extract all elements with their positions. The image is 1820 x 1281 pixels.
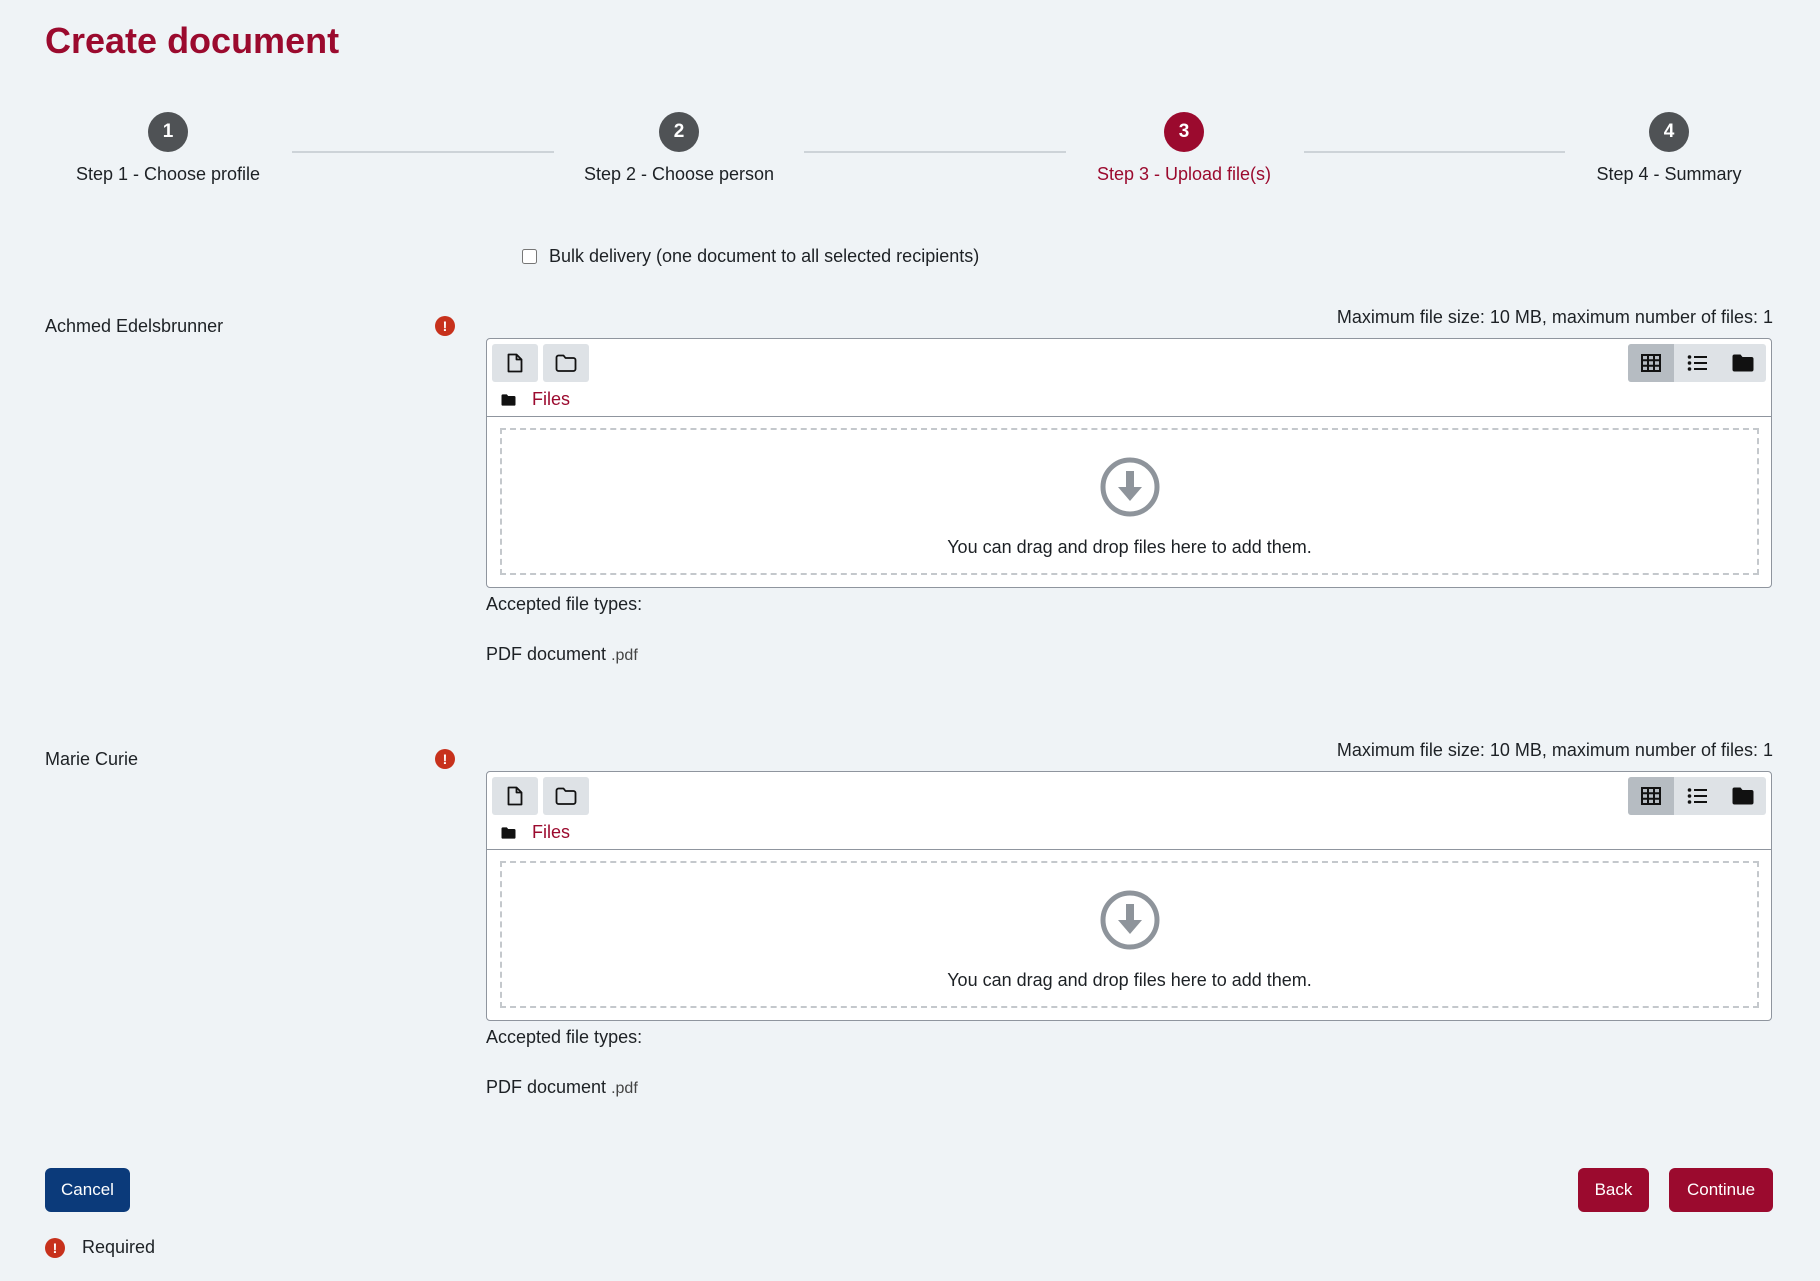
accepted-types-label: Accepted file types: bbox=[486, 1027, 643, 1047]
list-view-button[interactable] bbox=[1674, 344, 1720, 382]
file-icon bbox=[507, 786, 523, 806]
file-type-extension: .pdf bbox=[611, 647, 638, 664]
max-file-info: Maximum file size: 10 MB, maximum number… bbox=[1336, 307, 1773, 327]
grid-view-button[interactable] bbox=[1628, 777, 1674, 815]
file-path: Files bbox=[501, 822, 570, 843]
step-number: 4 bbox=[1649, 112, 1689, 152]
list-icon bbox=[1687, 355, 1707, 371]
step-1: 1 Step 1 - Choose profile bbox=[38, 112, 298, 185]
divider bbox=[487, 416, 1771, 417]
file-type-extension: .pdf bbox=[611, 1080, 638, 1097]
file-type: PDF document .pdf bbox=[486, 1077, 638, 1098]
path-files-link[interactable]: Files bbox=[532, 822, 570, 843]
folder-outline-icon bbox=[555, 787, 577, 805]
drop-zone[interactable]: You can drag and drop files here to add … bbox=[500, 428, 1759, 575]
bulk-delivery-checkbox[interactable] bbox=[522, 249, 537, 264]
folder-outline-icon bbox=[555, 354, 577, 372]
folder-icon bbox=[501, 393, 516, 406]
back-button[interactable]: Back bbox=[1578, 1168, 1649, 1212]
add-file-button[interactable] bbox=[492, 777, 538, 815]
required-legend: ! Required bbox=[45, 1237, 155, 1258]
step-3: 3 Step 3 - Upload file(s) bbox=[1054, 112, 1314, 185]
max-file-info: Maximum file size: 10 MB, maximum number… bbox=[1336, 740, 1773, 760]
file-manager: Files You can drag and drop files here t… bbox=[486, 771, 1772, 1021]
grid-view-button[interactable] bbox=[1628, 344, 1674, 382]
step-number: 3 bbox=[1164, 112, 1204, 152]
step-number: 1 bbox=[148, 112, 188, 152]
bulk-delivery-label: Bulk delivery (one document to all selec… bbox=[549, 246, 980, 266]
recipient-block: Achmed Edelsbrunner ! Maximum file size:… bbox=[0, 307, 1820, 696]
step-connector bbox=[1304, 151, 1565, 153]
file-path: Files bbox=[501, 389, 570, 410]
recipient-name: Achmed Edelsbrunner bbox=[45, 316, 224, 336]
view-toggle-group bbox=[1628, 777, 1766, 815]
tree-view-button[interactable] bbox=[1720, 777, 1766, 815]
page-title: Create document bbox=[45, 20, 340, 61]
step-connector bbox=[804, 151, 1066, 153]
grid-icon bbox=[1641, 787, 1661, 805]
required-legend-label: Required bbox=[82, 1237, 156, 1257]
arrow-down-circle-icon bbox=[1100, 890, 1159, 950]
accepted-types-label: Accepted file types: bbox=[486, 594, 643, 614]
arrow-down-circle-icon bbox=[1100, 457, 1159, 517]
create-folder-button[interactable] bbox=[543, 344, 589, 382]
add-file-button[interactable] bbox=[492, 344, 538, 382]
bulk-delivery-option[interactable]: Bulk delivery (one document to all selec… bbox=[522, 246, 979, 267]
cancel-button[interactable]: Cancel bbox=[45, 1168, 130, 1212]
path-files-link[interactable]: Files bbox=[532, 389, 570, 410]
exclamation-circle-icon: ! bbox=[435, 316, 455, 336]
tree-view-button[interactable] bbox=[1720, 344, 1766, 382]
folder-icon bbox=[1732, 787, 1754, 805]
step-connector bbox=[292, 151, 554, 153]
recipient-block: Marie Curie ! Maximum file size: 10 MB, … bbox=[0, 740, 1820, 1129]
exclamation-circle-icon: ! bbox=[45, 1237, 65, 1258]
file-icon bbox=[507, 353, 523, 373]
divider bbox=[487, 849, 1771, 850]
continue-button[interactable]: Continue bbox=[1669, 1168, 1773, 1212]
step-label: Step 2 - Choose person bbox=[583, 164, 775, 184]
file-type: PDF document .pdf bbox=[486, 644, 638, 665]
list-view-button[interactable] bbox=[1674, 777, 1720, 815]
step-2: 2 Step 2 - Choose person bbox=[549, 112, 809, 185]
step-label: Step 3 - Upload file(s) bbox=[1096, 164, 1272, 184]
step-label: Step 4 - Summary bbox=[1596, 164, 1742, 184]
view-toggle-group bbox=[1628, 344, 1766, 382]
folder-icon bbox=[501, 826, 516, 839]
drop-zone[interactable]: You can drag and drop files here to add … bbox=[500, 861, 1759, 1008]
recipient-name: Marie Curie bbox=[45, 749, 139, 769]
step-label: Step 1 - Choose profile bbox=[75, 164, 261, 184]
create-folder-button[interactable] bbox=[543, 777, 589, 815]
folder-icon bbox=[1732, 354, 1754, 372]
list-icon bbox=[1687, 788, 1707, 804]
file-type-name: PDF document bbox=[486, 644, 607, 664]
drop-zone-text: You can drag and drop files here to add … bbox=[947, 970, 1312, 990]
drop-zone-text: You can drag and drop files here to add … bbox=[947, 537, 1312, 557]
stepper: 1 Step 1 - Choose profile 2 Step 2 - Cho… bbox=[0, 112, 1820, 202]
file-type-name: PDF document bbox=[486, 1077, 607, 1097]
step-number: 2 bbox=[659, 112, 699, 152]
file-manager: Files You can drag and drop files here t… bbox=[486, 338, 1772, 588]
step-4: 4 Step 4 - Summary bbox=[1539, 112, 1799, 185]
exclamation-circle-icon: ! bbox=[435, 749, 455, 769]
grid-icon bbox=[1641, 354, 1661, 372]
